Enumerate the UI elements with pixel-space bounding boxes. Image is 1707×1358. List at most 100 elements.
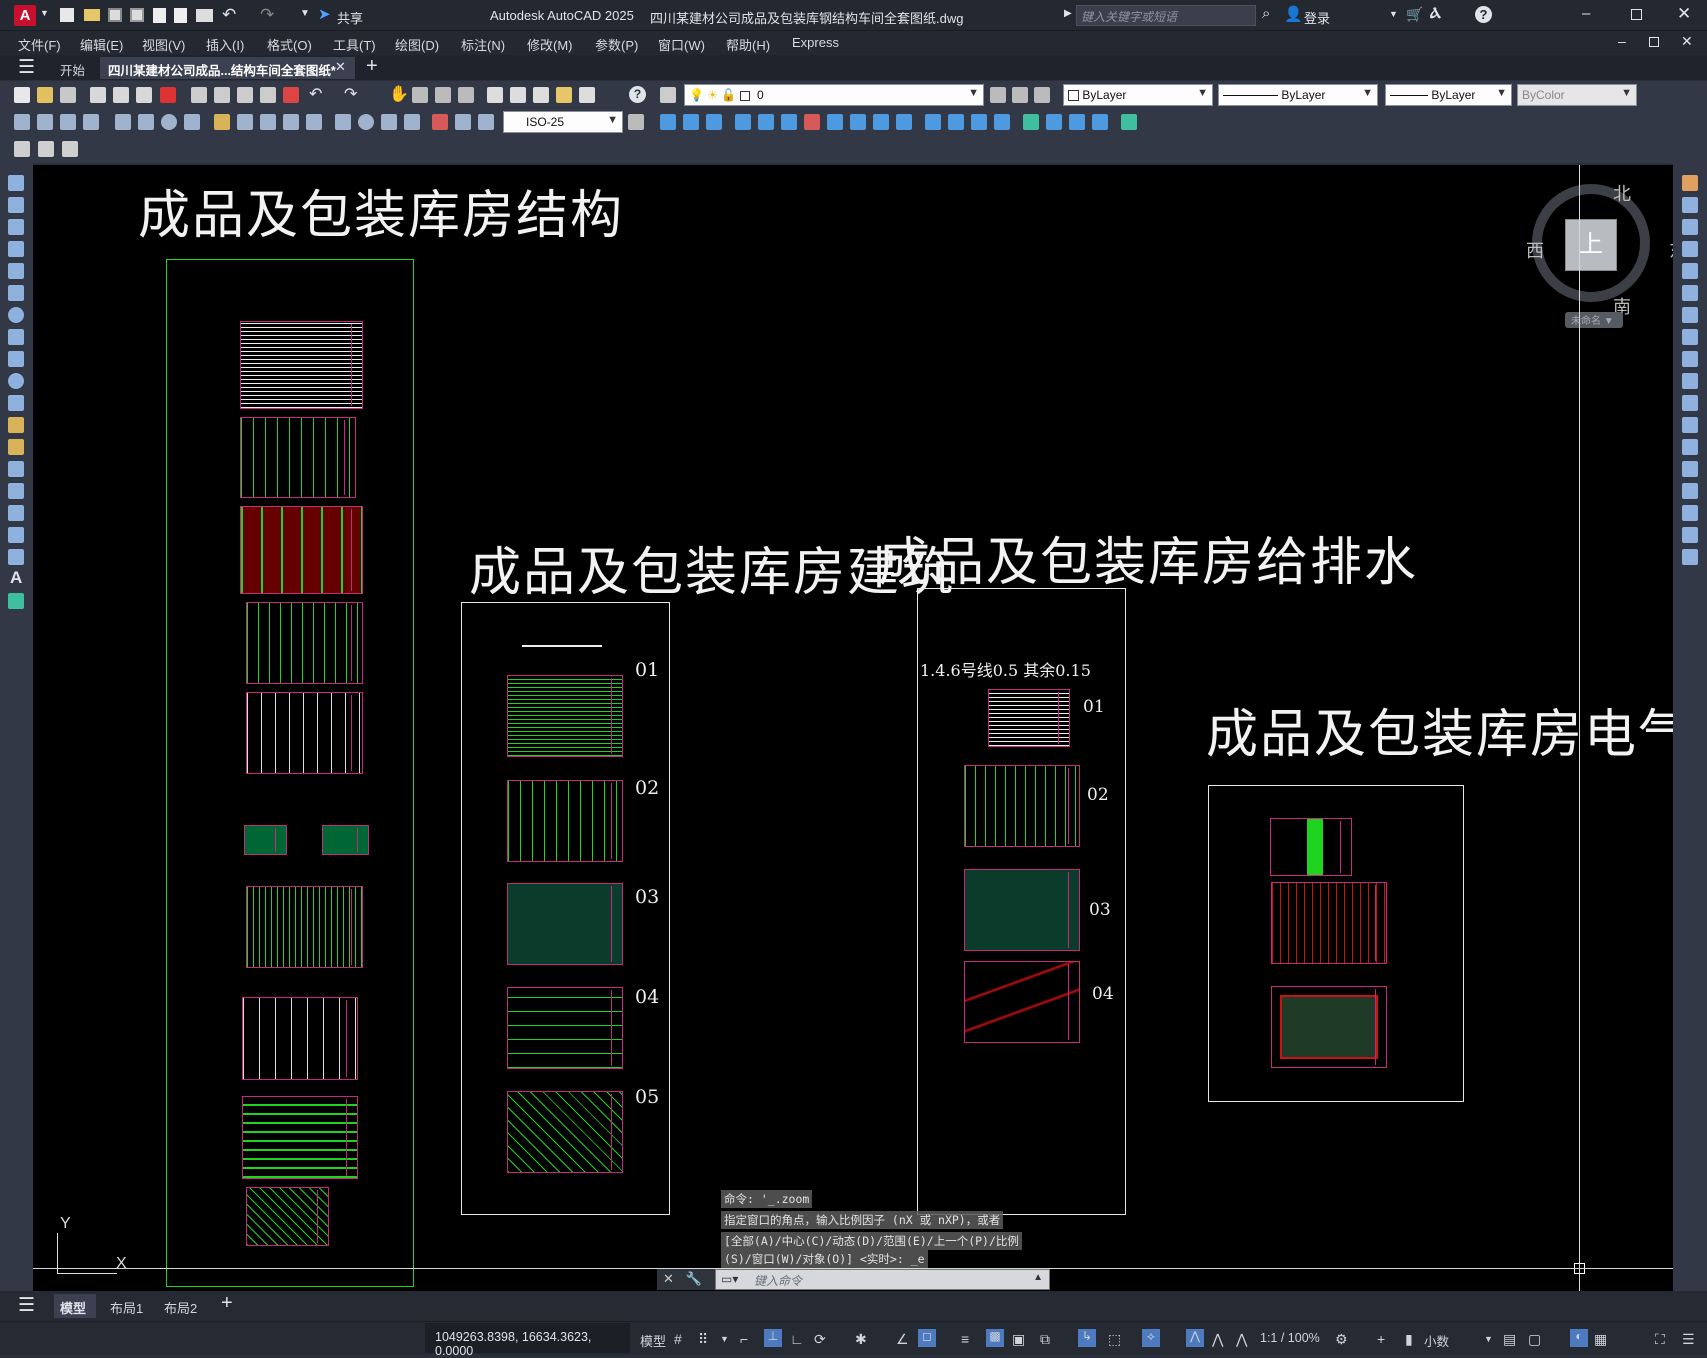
- dimedit-icon[interactable]: [432, 114, 448, 130]
- structure-sheet-1[interactable]: [240, 321, 363, 409]
- dim-space-icon[interactable]: [283, 114, 299, 130]
- layer-previous-icon[interactable]: [1012, 87, 1028, 103]
- blend-side-icon[interactable]: [1682, 527, 1698, 543]
- menu-file[interactable]: 文件(F): [18, 35, 61, 54]
- arc-length-icon[interactable]: [60, 114, 76, 130]
- offset-icon[interactable]: [735, 114, 751, 130]
- insert-block-icon[interactable]: [8, 417, 24, 433]
- selection-cycling-icon[interactable]: ▣: [1012, 1331, 1025, 1348]
- pan-icon[interactable]: ✋: [389, 84, 409, 104]
- rotate-icon[interactable]: [804, 114, 820, 130]
- fillet-side-icon[interactable]: [1682, 505, 1698, 521]
- lengthen-icon[interactable]: [1092, 114, 1108, 130]
- help-toolbar-icon[interactable]: ?: [629, 86, 646, 103]
- tab-close-icon[interactable]: ✕: [335, 59, 346, 75]
- command-prompt-icon[interactable]: ▭▾: [721, 1272, 738, 1286]
- help-icon[interactable]: ?: [1475, 6, 1492, 23]
- undo-icon[interactable]: ↶: [222, 5, 236, 25]
- continue-dim-icon[interactable]: [260, 114, 276, 130]
- copy-side-icon[interactable]: [1682, 197, 1698, 213]
- block-editor-icon[interactable]: [283, 87, 299, 103]
- plotstyle-dropdown[interactable]: ByColor ▼: [1517, 84, 1637, 106]
- markup-icon[interactable]: [579, 87, 595, 103]
- ellipse-icon[interactable]: [8, 373, 24, 389]
- architecture-sheet-03[interactable]: [507, 883, 623, 965]
- chamfer-icon[interactable]: [971, 114, 987, 130]
- layer-states-icon[interactable]: [1034, 87, 1050, 103]
- construction-line-icon[interactable]: [8, 197, 24, 213]
- structure-sheet-10[interactable]: [246, 1187, 329, 1246]
- model-space-toggle[interactable]: 模型: [640, 1331, 666, 1350]
- cart-icon[interactable]: 🛒: [1406, 6, 1423, 23]
- plumbing-sheet-04[interactable]: [964, 961, 1080, 1043]
- tab-start[interactable]: 开始: [52, 57, 93, 79]
- polar-tracking-icon[interactable]: ⟳: [814, 1331, 826, 1348]
- blend-icon[interactable]: [1023, 114, 1039, 130]
- autodesk-app-icon[interactable]: Ⲁ: [1430, 5, 1441, 22]
- open-icon[interactable]: [37, 87, 53, 103]
- architecture-sheet-05[interactable]: [507, 1091, 623, 1173]
- zoom-realtime-icon[interactable]: [412, 87, 428, 103]
- ortho-icon[interactable]: ∟: [790, 1331, 804, 1347]
- copy-object-icon[interactable]: [683, 114, 699, 130]
- structure-sheet-3[interactable]: [240, 506, 363, 594]
- units-chevron-icon[interactable]: ▼: [1484, 1334, 1493, 1344]
- structure-sheet-9[interactable]: [242, 1096, 358, 1179]
- zoom-window-icon[interactable]: [435, 87, 451, 103]
- dim-break-icon[interactable]: [306, 114, 322, 130]
- jogged-dim-icon[interactable]: [138, 114, 154, 130]
- save-icon[interactable]: [60, 87, 76, 103]
- selection-filter-icon[interactable]: ⬚: [1108, 1331, 1121, 1348]
- infer-constraints-icon[interactable]: ⌐: [740, 1331, 748, 1347]
- center-mark-icon[interactable]: [358, 114, 374, 130]
- doc-minimize-icon[interactable]: –: [1618, 33, 1626, 49]
- structure-sheet-2[interactable]: [240, 417, 356, 498]
- menu-draw[interactable]: 绘图(D): [395, 35, 439, 54]
- cut-icon[interactable]: [191, 87, 207, 103]
- customize-qat-chevron-icon[interactable]: ▼: [300, 8, 310, 19]
- break-icon[interactable]: [925, 114, 941, 130]
- command-input[interactable]: ▭▾ 键入命令 ▲: [715, 1269, 1050, 1290]
- electrical-sheet-3[interactable]: [1271, 986, 1387, 1068]
- annotation-visibility-icon[interactable]: ⋀: [1186, 1329, 1204, 1347]
- user-icon[interactable]: 👤: [1284, 5, 1303, 23]
- isodraft-icon[interactable]: ✱: [855, 1331, 867, 1348]
- menu-modify[interactable]: 修改(M): [527, 35, 573, 54]
- align-icon[interactable]: [1069, 114, 1085, 130]
- gizmo-icon[interactable]: ⟡: [1142, 1329, 1160, 1347]
- architecture-sheet-04[interactable]: [507, 987, 623, 1069]
- trim-icon[interactable]: [873, 114, 889, 130]
- radius-dim-icon[interactable]: [115, 114, 131, 130]
- spline-icon[interactable]: [8, 351, 24, 367]
- workspace-gear-icon[interactable]: ⚙: [1335, 1331, 1348, 1348]
- close-icon[interactable]: ✕: [1677, 4, 1691, 24]
- plumbing-sheet-02[interactable]: [964, 765, 1080, 847]
- aligned-dim-icon[interactable]: [37, 114, 53, 130]
- menu-insert[interactable]: 插入(I): [206, 35, 244, 54]
- polyline-icon[interactable]: [8, 219, 24, 235]
- new-tab-icon[interactable]: +: [366, 55, 378, 78]
- erase-side-icon[interactable]: [1682, 175, 1698, 191]
- copy-icon[interactable]: [214, 87, 230, 103]
- layer-dropdown[interactable]: 💡 ☀ 🔓 0 ▼: [684, 84, 984, 106]
- object-snap-tracking-icon[interactable]: ∠: [896, 1331, 909, 1348]
- jogged-linear-icon[interactable]: [404, 114, 420, 130]
- publish-icon[interactable]: [136, 87, 152, 103]
- join-side-icon[interactable]: [1682, 461, 1698, 477]
- ellipse-arc-icon[interactable]: [8, 395, 24, 411]
- isolate-objects-icon[interactable]: ◐: [1570, 1329, 1588, 1347]
- extend-icon[interactable]: [896, 114, 912, 130]
- zoom-previous-icon[interactable]: [458, 87, 474, 103]
- mirror-icon[interactable]: [706, 114, 722, 130]
- arc-icon[interactable]: [8, 285, 24, 301]
- doc-restore-icon[interactable]: [1649, 37, 1659, 47]
- diameter-dim-icon[interactable]: [161, 114, 177, 130]
- menu-parametric[interactable]: 参数(P): [595, 35, 638, 54]
- region-icon[interactable]: [8, 527, 24, 543]
- viewcube-north[interactable]: 北: [1613, 180, 1631, 206]
- 3d-osnap-icon[interactable]: ⧉: [1040, 1331, 1050, 1348]
- menu-window[interactable]: 窗口(W): [658, 35, 705, 54]
- redo-toolbar-icon[interactable]: ↷: [344, 84, 357, 104]
- dim-update-icon[interactable]: [478, 114, 494, 130]
- menu-tools[interactable]: 工具(T): [333, 35, 376, 54]
